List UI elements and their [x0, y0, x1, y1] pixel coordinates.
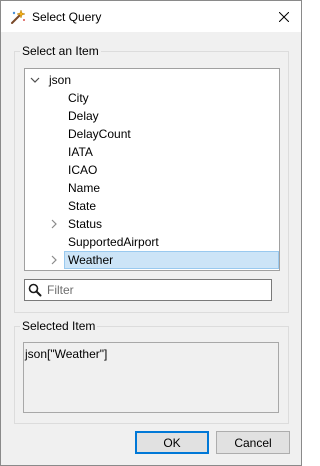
- chevron-right-icon[interactable]: [49, 255, 59, 265]
- title-bar: Select Query: [1, 1, 301, 32]
- tree-item-label: json: [49, 73, 72, 87]
- tree-item-supportedairport[interactable]: SupportedAirport: [68, 233, 159, 251]
- window-title: Select Query: [32, 10, 102, 24]
- tree-item-state[interactable]: State: [68, 197, 96, 215]
- filter-input[interactable]: [47, 282, 267, 298]
- tree-item-label: Status: [68, 217, 103, 231]
- selected-item-value: json["Weather"]: [25, 347, 108, 361]
- select-item-group-label: Select an Item: [20, 44, 101, 58]
- tree-item-label: IATA: [68, 145, 93, 159]
- tree-item-label: Weather: [68, 253, 114, 267]
- selected-item-display: json["Weather"]: [23, 342, 279, 413]
- cancel-button[interactable]: Cancel: [216, 431, 290, 454]
- tree-item-label: SupportedAirport: [68, 235, 159, 249]
- tree-item-name[interactable]: Name: [68, 179, 100, 197]
- tree-item-city[interactable]: City: [68, 89, 89, 107]
- search-icon: [28, 283, 42, 297]
- tree-item-label: State: [68, 199, 97, 213]
- tree-item-label: Delay: [68, 109, 99, 123]
- select-query-dialog: Select Query Select an Item json City De…: [0, 0, 302, 466]
- close-button[interactable]: [267, 1, 301, 32]
- tree-item-json[interactable]: json: [25, 71, 279, 89]
- tree-item-selection-highlight: Weather: [64, 251, 279, 269]
- tree-item-icao[interactable]: ICAO: [68, 161, 97, 179]
- tree-item-weather[interactable]: Weather: [25, 251, 279, 269]
- filter-field[interactable]: [24, 279, 272, 301]
- ok-button[interactable]: OK: [135, 431, 209, 454]
- selected-item-group-label: Selected Item: [20, 319, 98, 333]
- tree-item-label: ICAO: [68, 163, 98, 177]
- close-icon: [279, 11, 289, 22]
- item-tree[interactable]: json City Delay DelayCount IATA ICAO Nam…: [24, 68, 280, 271]
- tree-item-iata[interactable]: IATA: [68, 143, 93, 161]
- tree-item-label: City: [68, 91, 89, 105]
- tree-item-delay[interactable]: Delay: [68, 107, 99, 125]
- tree-item-status[interactable]: Status: [25, 215, 279, 233]
- tree-item-label: DelayCount: [68, 127, 131, 141]
- chevron-down-icon[interactable]: [30, 75, 40, 85]
- tree-item-label: Name: [68, 181, 101, 195]
- app-wand-icon: [11, 9, 26, 24]
- tree-item-delaycount[interactable]: DelayCount: [68, 125, 131, 143]
- chevron-right-icon[interactable]: [49, 219, 59, 229]
